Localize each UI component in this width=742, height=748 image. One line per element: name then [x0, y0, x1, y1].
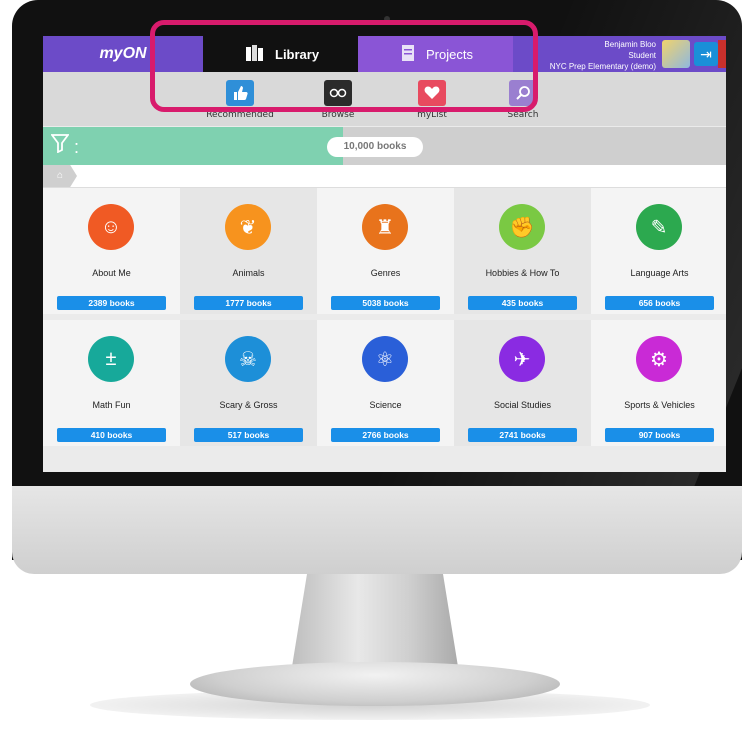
category-name: Scary & Gross [219, 400, 278, 410]
monitor-chin [12, 486, 742, 574]
user-school: NYC Prep Elementary (demo) [549, 62, 656, 71]
category-card[interactable]: ❦ Animals 1777 books [180, 188, 317, 314]
user-info: Benjamin Bloo Student NYC Prep Elementar… [550, 39, 656, 72]
category-book-count: 656 books [605, 296, 714, 310]
category-name: Genres [370, 268, 401, 278]
category-card[interactable]: ♜ Genres 5038 books [317, 188, 454, 314]
close-icon[interactable]: ✕ [718, 40, 726, 68]
filter-label: : [74, 137, 80, 157]
category-icon: ♜ [362, 204, 408, 250]
category-book-count: 1777 books [194, 296, 303, 310]
category-book-count: 410 books [57, 428, 166, 442]
category-book-count: 2389 books [57, 296, 166, 310]
category-icon: ❦ [225, 204, 271, 250]
category-name: Math Fun [92, 400, 131, 410]
filter-tab[interactable]: : [43, 127, 343, 165]
user-name: Benjamin Bloo [604, 40, 656, 49]
user-area: Benjamin Bloo Student NYC Prep Elementar… [513, 36, 726, 72]
category-book-count: 5038 books [331, 296, 440, 310]
category-book-count: 907 books [605, 428, 714, 442]
category-icon: ☠ [225, 336, 271, 382]
category-card[interactable]: ⚙ Sports & Vehicles 907 books [591, 320, 726, 446]
filter-funnel-icon [50, 134, 74, 157]
highlight-box [150, 20, 538, 112]
category-card[interactable]: ☠ Scary & Gross 517 books [180, 320, 317, 446]
category-name: Animals [232, 268, 265, 278]
category-card[interactable]: ☺ About Me 2389 books [43, 188, 180, 314]
breadcrumb: ⌂ [43, 165, 726, 188]
monitor-stand-base [190, 662, 560, 706]
category-book-count: 2766 books [331, 428, 440, 442]
filter-bar: : 10,000 books [43, 127, 726, 165]
category-icon: ☺ [88, 204, 134, 250]
category-card[interactable]: ✈ Social Studies 2741 books [454, 320, 591, 446]
category-name: Hobbies & How To [485, 268, 560, 278]
category-icon: ± [88, 336, 134, 382]
category-book-count: 2741 books [468, 428, 577, 442]
category-name: Social Studies [493, 400, 552, 410]
category-book-count: 517 books [194, 428, 303, 442]
category-card[interactable]: ✊ Hobbies & How To 435 books [454, 188, 591, 314]
book-count-badge: 10,000 books [327, 137, 423, 157]
category-card[interactable]: ± Math Fun 410 books [43, 320, 180, 446]
category-name: About Me [92, 268, 131, 278]
category-name: Sports & Vehicles [624, 400, 695, 410]
filter-control[interactable]: : [50, 133, 80, 158]
avatar[interactable] [662, 40, 690, 68]
category-name: Science [369, 400, 402, 410]
category-icon: ✈ [499, 336, 545, 382]
category-name: Language Arts [630, 268, 689, 278]
category-icon: ⚙ [636, 336, 682, 382]
category-icon: ✎ [636, 204, 682, 250]
category-icon: ⚛ [362, 336, 408, 382]
home-icon[interactable]: ⌂ [43, 165, 77, 187]
category-icon: ✊ [499, 204, 545, 250]
category-card[interactable]: ✎ Language Arts 656 books [591, 188, 726, 314]
category-card[interactable]: ⚛ Science 2766 books [317, 320, 454, 446]
category-book-count: 435 books [468, 296, 577, 310]
user-role: Student [628, 51, 656, 60]
logout-icon[interactable]: ⇥ [694, 42, 718, 66]
